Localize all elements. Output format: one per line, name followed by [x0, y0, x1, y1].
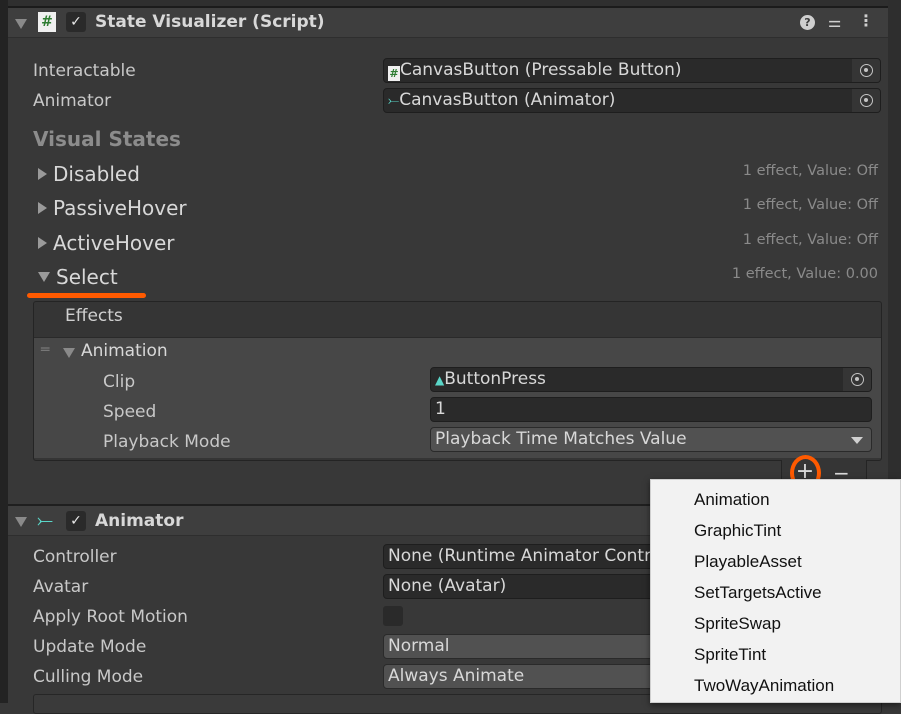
add-effect-menu: Animation GraphicTint PlayableAsset SetT… — [650, 479, 901, 703]
collapse-arrow-icon[interactable] — [15, 19, 27, 29]
chevron-down-icon — [851, 437, 863, 444]
animator-label: Animator — [33, 91, 112, 111]
culling-mode-dropdown[interactable]: Always Animate — [383, 664, 683, 689]
interactable-label: Interactable — [33, 61, 136, 81]
apply-root-motion-label: Apply Root Motion — [33, 607, 188, 627]
object-picker-button[interactable] — [852, 89, 880, 112]
highlight-underline — [27, 293, 146, 298]
update-mode-label: Update Mode — [33, 637, 147, 657]
animation-clip-icon: ▲ — [435, 373, 445, 387]
more-menu-icon[interactable]: ⋮ — [858, 11, 874, 30]
script-icon: # — [38, 12, 56, 32]
clip-field[interactable]: ▲ButtonPress — [430, 367, 872, 392]
effects-heading: Effects — [65, 306, 123, 326]
expand-arrow-icon[interactable] — [38, 168, 47, 180]
animator-field[interactable]: ⤚CanvasButton (Animator) — [383, 88, 881, 113]
target-icon — [859, 94, 873, 107]
collapse-arrow-icon[interactable] — [63, 348, 75, 358]
help-icon[interactable]: ? — [800, 15, 815, 30]
interactable-field[interactable]: #CanvasButton (Pressable Button) — [383, 58, 881, 83]
state-select[interactable]: Select — [38, 265, 118, 289]
animator-icon: ⤚ — [388, 93, 400, 109]
speed-input[interactable]: 1 — [430, 397, 872, 422]
state-disabled[interactable]: Disabled — [38, 162, 140, 186]
state-summary: 1 effect, Value: 0.00 — [731, 266, 878, 282]
menu-item-playableasset[interactable]: PlayableAsset — [694, 552, 802, 572]
drag-handle-icon[interactable]: ═ — [41, 342, 49, 358]
state-summary: 1 effect, Value: Off — [742, 163, 878, 179]
menu-item-settargetsactive[interactable]: SetTargetsActive — [694, 583, 822, 603]
enabled-checkbox[interactable]: ✓ — [66, 511, 86, 531]
menu-item-twowayanimation[interactable]: TwoWayAnimation — [694, 676, 834, 696]
playback-mode-dropdown[interactable]: Playback Time Matches Value — [430, 427, 872, 452]
menu-item-spriteswap[interactable]: SpriteSwap — [694, 614, 781, 634]
apply-root-motion-checkbox[interactable] — [383, 606, 403, 626]
menu-item-spritetint[interactable]: SpriteTint — [694, 645, 766, 665]
collapse-arrow-icon[interactable] — [15, 517, 27, 527]
controller-field[interactable]: None (Runtime Animator Controller) — [383, 544, 683, 569]
target-icon — [859, 64, 873, 77]
script-icon: # — [388, 66, 400, 81]
object-picker-button[interactable] — [852, 59, 880, 82]
visual-states-heading: Visual States — [33, 127, 181, 151]
clip-label: Clip — [103, 372, 136, 392]
avatar-field[interactable]: None (Avatar) — [383, 574, 683, 599]
speed-label: Speed — [103, 402, 157, 422]
expand-arrow-icon[interactable] — [38, 202, 47, 214]
expand-arrow-icon[interactable] — [38, 237, 47, 249]
state-activehover[interactable]: ActiveHover — [38, 231, 175, 255]
culling-mode-label: Culling Mode — [33, 667, 144, 687]
state-visualizer-header[interactable]: # ✓ State Visualizer (Script) ? ⚌ ⋮ — [8, 8, 888, 38]
state-summary: 1 effect, Value: Off — [742, 232, 878, 248]
effect-title: Animation — [81, 341, 168, 361]
avatar-label: Avatar — [33, 577, 89, 597]
menu-item-graphictint[interactable]: GraphicTint — [694, 521, 781, 541]
collapse-arrow-icon[interactable] — [38, 272, 50, 282]
component-title: State Visualizer (Script) — [95, 12, 325, 32]
left-border — [0, 0, 8, 703]
state-summary: 1 effect, Value: Off — [742, 197, 878, 213]
controller-label: Controller — [33, 547, 117, 567]
update-mode-dropdown[interactable]: Normal — [383, 634, 683, 659]
state-passivehover[interactable]: PassiveHover — [38, 196, 187, 220]
playback-mode-label: Playback Mode — [103, 432, 231, 452]
component-title: Animator — [95, 511, 184, 531]
top-divider — [8, 0, 888, 8]
object-picker-button[interactable] — [843, 368, 871, 391]
presets-icon[interactable]: ⚌ — [828, 13, 841, 31]
enabled-checkbox[interactable]: ✓ — [66, 12, 86, 32]
animator-icon: ⤚ — [37, 508, 53, 532]
target-icon — [850, 373, 864, 386]
menu-item-animation[interactable]: Animation — [694, 490, 770, 510]
